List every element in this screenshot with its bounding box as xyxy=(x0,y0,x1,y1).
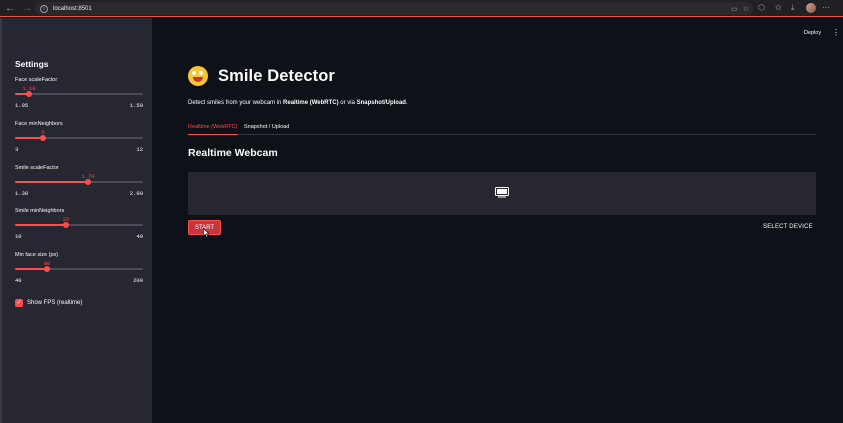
slider-thumb[interactable] xyxy=(85,179,91,185)
slider-fill xyxy=(15,224,66,226)
slider-thumb[interactable] xyxy=(26,91,32,97)
back-icon[interactable]: ← xyxy=(3,1,17,15)
sidebar: Settings Face scaleFactor 1.10 1.05 1.50 Fac… xyxy=(0,18,152,423)
slider-label: Min face size (px) xyxy=(15,252,59,258)
extensions-icon[interactable]: ⬡ xyxy=(758,3,765,12)
bookmark-star-icon[interactable]: ☆ xyxy=(743,5,749,13)
slider-label: Face scaleFactor xyxy=(15,77,58,83)
smile-emoji-icon xyxy=(188,66,208,86)
monitor-icon xyxy=(495,187,509,198)
slider-max: 2.00 xyxy=(129,190,143,197)
browser-toolbar: ← → ↻ i localhost:8501 ▭ ☆ ⬡ ✩ ⤓ ⋯ xyxy=(0,0,843,17)
slider-min: 1.30 xyxy=(15,190,29,197)
slider-track[interactable] xyxy=(15,222,143,228)
site-info-icon[interactable]: i xyxy=(40,4,48,13)
checkmark-icon[interactable]: ✓ xyxy=(15,299,23,307)
camera-icon[interactable]: ▭ xyxy=(731,5,738,13)
page-title-text: Smile Detector xyxy=(218,66,335,85)
slider-track[interactable] xyxy=(15,135,143,141)
profile-avatar[interactable] xyxy=(806,3,816,13)
slider-track[interactable] xyxy=(15,266,143,272)
section-title: Realtime Webcam xyxy=(188,147,278,159)
deploy-button[interactable]: Deploy xyxy=(804,30,821,36)
slider-min: 40 xyxy=(15,277,22,284)
slider-thumb[interactable] xyxy=(63,222,69,228)
main-menu-icon[interactable]: ⋮ xyxy=(832,28,840,37)
slider-min: 10 xyxy=(15,233,22,240)
slider-max: 12 xyxy=(136,146,143,153)
slider-fill xyxy=(15,268,47,270)
mouse-cursor-icon xyxy=(203,228,210,238)
slider-max: 200 xyxy=(133,277,143,284)
subtitle-text-mid: or via xyxy=(338,100,357,106)
select-device-button[interactable]: SELECT DEVICE xyxy=(763,224,813,230)
page-subtitle: Detect smiles from your webcam in Realti… xyxy=(188,100,408,106)
tab-snapshot-upload[interactable]: Snapshot / Upload xyxy=(244,124,289,130)
webcam-video-area xyxy=(188,172,816,215)
show-fps-label: Show FPS (realtime) xyxy=(27,300,83,306)
subtitle-text: Detect smiles from your webcam in xyxy=(188,100,284,106)
slider-track[interactable] xyxy=(15,91,143,97)
forward-icon[interactable]: → xyxy=(20,1,34,15)
slider-max: 1.50 xyxy=(129,102,143,109)
subtitle-realtime: Realtime (WebRTC) xyxy=(283,100,339,106)
downloads-icon[interactable]: ⤓ xyxy=(791,3,795,13)
slider-max: 40 xyxy=(136,233,143,240)
url-text: localhost:8501 xyxy=(53,5,92,12)
more-menu-icon[interactable]: ⋯ xyxy=(822,3,830,12)
tab-realtime[interactable]: Realtime (WebRTC) xyxy=(188,124,239,135)
slider-label: Face minNeighbors xyxy=(15,121,63,127)
subtitle-text-end: . xyxy=(405,100,408,106)
favorites-icon[interactable]: ✩ xyxy=(775,3,782,12)
slider-min: 1.05 xyxy=(15,102,29,109)
slider-label: Smile minNeighbors xyxy=(15,208,65,214)
slider-fill xyxy=(15,137,43,139)
slider-min: 3 xyxy=(15,146,19,153)
subtitle-snapshot: Snapshot/Upload xyxy=(356,100,406,106)
address-bar[interactable]: i localhost:8501 ▭ ☆ xyxy=(35,2,753,15)
slider-label: Smile scaleFactor xyxy=(15,165,59,171)
slider-fill xyxy=(15,181,88,183)
sidebar-title: Settings xyxy=(15,59,49,69)
slider-thumb[interactable] xyxy=(40,135,46,141)
page-title: Smile Detector xyxy=(188,66,335,86)
show-fps-checkbox[interactable]: ✓ Show FPS (realtime) xyxy=(15,299,82,307)
slider-track[interactable] xyxy=(15,179,143,185)
tab-bar: Realtime (WebRTC) Snapshot / Upload xyxy=(188,121,816,135)
slider-thumb[interactable] xyxy=(44,266,50,272)
